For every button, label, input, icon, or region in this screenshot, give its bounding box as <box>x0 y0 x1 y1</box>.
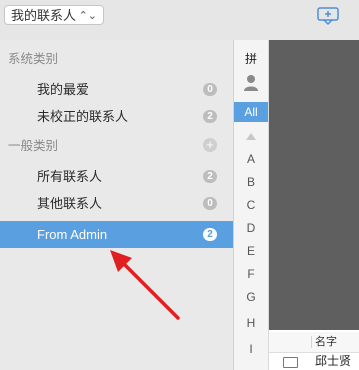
alpha-letter[interactable]: I <box>234 338 268 360</box>
group-item-other-contacts[interactable]: 其他联系人 0 <box>0 190 233 217</box>
contact-card-icon <box>283 357 298 368</box>
content-preview-area <box>269 40 359 330</box>
group-item-label: 所有联系人 <box>37 169 103 184</box>
count-badge: 2 <box>203 170 217 183</box>
add-group-button[interactable]: + <box>203 138 217 152</box>
top-toolbar: 我的联系人 ⌃⌄ <box>0 0 359 41</box>
group-item-unverified[interactable]: 未校正的联系人 2 <box>0 103 233 130</box>
group-item-label: From Admin <box>37 227 108 242</box>
group-item-label: 我的最爱 <box>37 82 90 97</box>
group-item-label: 未校正的联系人 <box>37 109 129 124</box>
section-header-general: 一般类别 <box>8 139 59 153</box>
alphabet-index: 拼 All A B C D E F G H I <box>234 40 269 370</box>
group-item-favorites[interactable]: 我的最爱 0 <box>0 76 233 103</box>
group-sidebar: 系统类别 我的最爱 0 未校正的联系人 2 一般类别 + 所有联系人 2 其他联… <box>0 40 234 370</box>
count-badge: 0 <box>203 197 217 210</box>
alpha-letter[interactable]: G <box>234 286 268 308</box>
alpha-letter[interactable]: D <box>234 217 268 239</box>
count-badge: 2 <box>203 228 217 241</box>
scroll-up-icon[interactable] <box>246 133 256 140</box>
person-icon[interactable] <box>234 74 268 92</box>
contact-name: 邱士贤 <box>315 354 352 368</box>
column-divider <box>311 336 312 348</box>
group-item-all-contacts[interactable]: 所有联系人 2 <box>0 163 233 190</box>
new-contact-icon[interactable] <box>316 6 340 26</box>
account-select[interactable]: 我的联系人 ⌃⌄ <box>4 5 104 25</box>
contact-list-header: 名字 <box>269 332 359 353</box>
column-header-name[interactable]: 名字 <box>315 332 337 352</box>
alpha-letter[interactable]: F <box>234 263 268 285</box>
count-badge: 2 <box>203 110 217 123</box>
alpha-all[interactable]: All <box>234 102 268 122</box>
alpha-letter[interactable]: E <box>234 240 268 262</box>
section-header-system: 系统类别 <box>8 52 59 66</box>
contact-row[interactable]: 邱士贤 <box>269 353 359 370</box>
account-select-label: 我的联系人 <box>11 8 77 23</box>
group-item-label: 其他联系人 <box>37 196 103 211</box>
alpha-letter[interactable]: C <box>234 194 268 216</box>
chevron-updown-icon: ⌃⌄ <box>78 10 97 22</box>
count-badge: 0 <box>203 83 217 96</box>
alpha-letter[interactable]: B <box>234 171 268 193</box>
alpha-letter[interactable]: H <box>234 312 268 334</box>
group-item-from-admin[interactable]: From Admin 2 <box>0 221 233 248</box>
alpha-letter[interactable]: A <box>234 148 268 170</box>
pinyin-toggle[interactable]: 拼 <box>234 50 268 68</box>
